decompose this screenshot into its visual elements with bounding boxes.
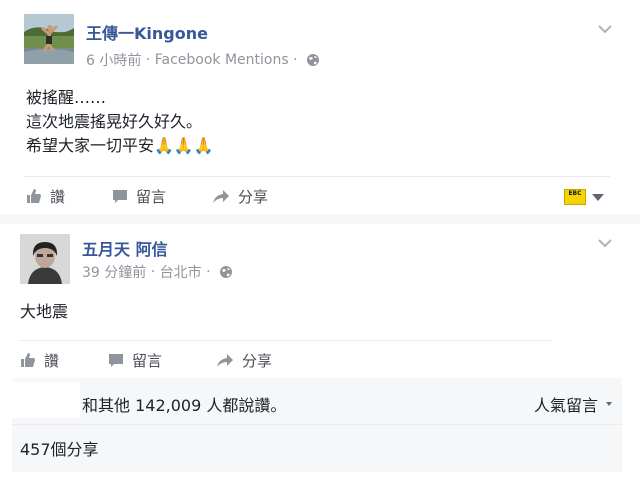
page-selector[interactable]: EBC <box>564 189 604 205</box>
comment-icon <box>109 354 123 367</box>
comment-label: 留言 <box>132 351 163 370</box>
post-meta: 6 小時前 · Facebook Mentions · <box>86 50 320 70</box>
comment-label: 留言 <box>136 187 167 206</box>
like-label: 讚 <box>50 187 66 206</box>
globe-icon[interactable] <box>306 53 320 67</box>
share-button[interactable]: 分享 <box>212 178 268 214</box>
comment-button[interactable]: 留言 <box>108 342 162 378</box>
share-label: 分享 <box>238 187 269 206</box>
timestamp[interactable]: 39 分鐘前 <box>82 265 146 281</box>
ebc-logo-icon: EBC <box>564 189 586 205</box>
comment-icon <box>113 190 127 203</box>
chevron-down-icon[interactable] <box>598 238 612 248</box>
caret-down-icon <box>606 402 612 406</box>
source-link[interactable]: Facebook Mentions <box>155 52 289 68</box>
share-button[interactable]: 分享 <box>216 342 272 378</box>
like-label: 讚 <box>44 351 60 370</box>
redacted-area <box>12 382 80 418</box>
comment-button[interactable]: 留言 <box>112 178 166 214</box>
like-button[interactable]: 讚 <box>20 342 59 378</box>
share-icon <box>213 190 229 203</box>
post-text-line: 希望大家一切平安🙏🙏🙏 <box>26 136 214 155</box>
post-kingone: 王傳一Kingone 6 小時前 · Facebook Mentions · 被… <box>12 6 622 212</box>
meta-separator: · <box>293 52 298 68</box>
action-bar: 讚 留言 分享 <box>12 342 622 378</box>
post-text: 被搖醒…… 這次地震搖晃好久好久。 希望大家一切平安🙏🙏🙏 <box>26 86 214 158</box>
avatar[interactable] <box>24 14 74 64</box>
sort-label: 人氣留言 <box>533 396 598 415</box>
timestamp[interactable]: 6 小時前 <box>86 53 141 69</box>
avatar[interactable] <box>20 234 70 284</box>
shares-count[interactable]: 457個分享 <box>20 436 99 460</box>
divider <box>24 176 610 177</box>
post-ashin: 五月天 阿信 39 分鐘前 · 台北市 · 大地震 讚 留言 分享 <box>12 226 622 376</box>
meta-separator: · <box>206 264 211 280</box>
likes-count[interactable]: 和其他 142,009 人都說讚。 <box>82 392 286 416</box>
like-icon <box>27 189 41 203</box>
like-button[interactable]: 讚 <box>26 178 65 214</box>
post-text-line: 這次地震搖晃好久好久。 <box>26 112 203 131</box>
divider <box>12 424 622 425</box>
post-text-line: 被搖醒…… <box>26 88 107 107</box>
share-icon <box>217 354 233 367</box>
share-label: 分享 <box>242 351 273 370</box>
like-icon <box>21 353 35 367</box>
post-meta: 39 分鐘前 · 台北市 · <box>82 262 233 282</box>
comment-sort-dropdown[interactable]: 人氣留言 <box>534 392 612 416</box>
location-link[interactable]: 台北市 <box>160 265 202 281</box>
meta-separator: · <box>150 264 156 280</box>
author-name[interactable]: 王傳一Kingone <box>86 20 208 44</box>
post-text: 大地震 <box>20 302 69 321</box>
globe-icon[interactable] <box>219 265 233 279</box>
author-name[interactable]: 五月天 阿信 <box>82 236 168 260</box>
action-bar: 讚 留言 分享 EBC <box>12 178 622 214</box>
chevron-down-icon[interactable] <box>598 24 612 34</box>
meta-separator: · <box>145 52 151 68</box>
post-separator <box>0 214 640 224</box>
divider <box>20 340 552 341</box>
reactions-summary: 和其他 142,009 人都說讚。 人氣留言 457個分享 <box>12 378 622 472</box>
caret-down-icon <box>592 193 604 201</box>
